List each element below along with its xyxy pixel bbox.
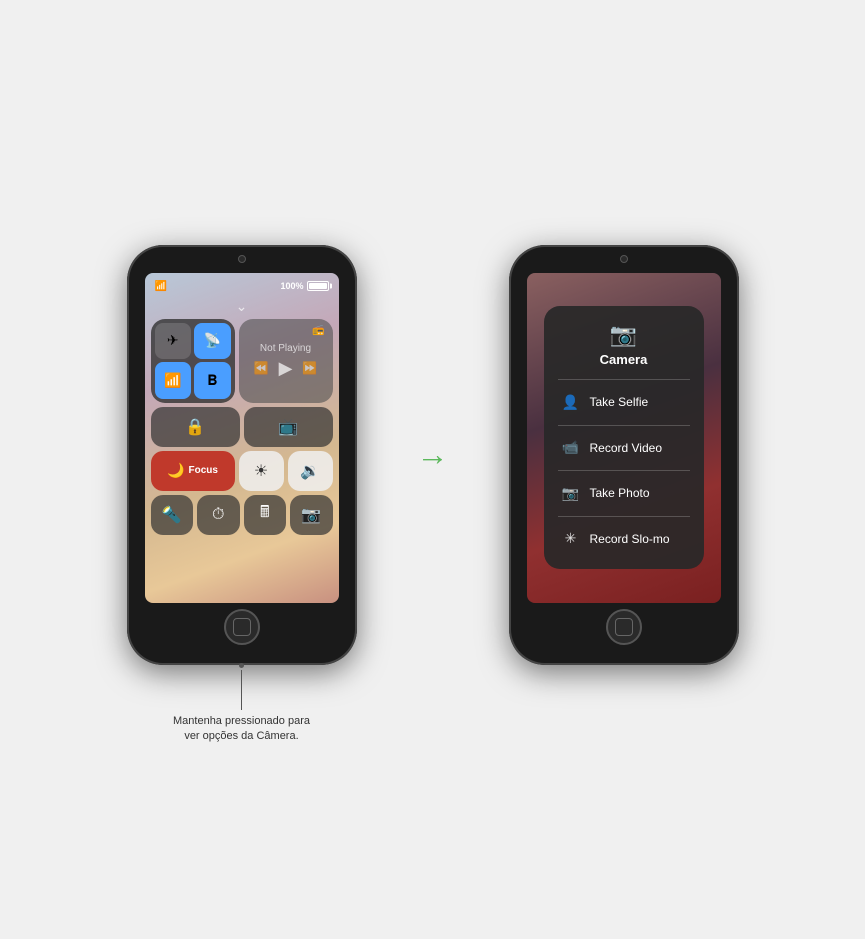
right-home-inner xyxy=(615,618,633,636)
pull-indicator: ⌄ xyxy=(151,298,333,315)
take-photo-icon: 📷 xyxy=(562,485,580,502)
right-device-screen: 📷 Camera 👤 Take Selfie 📹 Record Video xyxy=(527,273,721,603)
menu-divider-2 xyxy=(558,470,690,471)
right-device-top xyxy=(509,245,739,273)
callout-dot xyxy=(239,663,244,668)
camera-menu-panel: 📷 Camera 👤 Take Selfie 📹 Record Video xyxy=(544,306,704,569)
cc-row-1: ✈ 📡 📶 𝐁 📻 Not Playing ⏪ ▶ xyxy=(151,319,333,403)
now-playing-title: Not Playing xyxy=(260,343,311,354)
screen-rotation-button[interactable]: 🔒 xyxy=(151,407,240,447)
left-device: 📶 100% ⌄ ✈ xyxy=(127,245,357,665)
focus-button[interactable]: 🌙 Focus xyxy=(151,451,235,491)
fast-forward-button[interactable]: ⏩ xyxy=(302,361,317,375)
airplay-icon[interactable]: 📻 xyxy=(312,325,324,336)
arrow-right-icon: → xyxy=(417,436,449,473)
play-button[interactable]: ▶ xyxy=(279,358,293,379)
record-slomo-item[interactable]: ✳ Record Slo-mo xyxy=(558,524,690,553)
calculator-button[interactable]: 🖩 xyxy=(244,495,287,535)
wifi-status-icon: 📶 xyxy=(155,281,167,292)
right-device: 📷 Camera 👤 Take Selfie 📹 Record Video xyxy=(509,245,739,665)
callout-line xyxy=(241,670,242,710)
camera-button[interactable]: 📷 xyxy=(290,495,333,535)
cc-row-3: 🌙 Focus ☀ 🔉 xyxy=(151,451,333,491)
slomo-label: Record Slo-mo xyxy=(590,532,670,546)
camera-menu-title: Camera xyxy=(600,352,648,367)
rewind-button[interactable]: ⏪ xyxy=(254,361,269,375)
wifi-button[interactable]: 📶 xyxy=(155,362,192,399)
playback-controls: ⏪ ▶ ⏩ xyxy=(254,358,318,379)
focus-label: Focus xyxy=(188,465,217,476)
left-device-screen: 📶 100% ⌄ ✈ xyxy=(145,273,339,603)
take-photo-item[interactable]: 📷 Take Photo xyxy=(558,479,690,508)
selfie-icon: 👤 xyxy=(562,394,580,411)
slomo-icon: ✳ xyxy=(562,530,580,547)
brightness-button[interactable]: ☀ xyxy=(239,451,284,491)
left-home-inner xyxy=(233,618,251,636)
battery-area: 100% xyxy=(280,281,328,291)
callout-container: Mantenha pressionado paraver opções da C… xyxy=(142,663,342,745)
callout-text: Mantenha pressionado paraver opções da C… xyxy=(173,714,310,745)
status-bar: 📶 100% xyxy=(151,281,333,292)
record-video-icon: 📹 xyxy=(562,439,580,456)
menu-divider-top xyxy=(558,379,690,380)
cc-row-2: 🔒 📺 xyxy=(151,407,333,447)
camera-menu-main-icon: 📷 xyxy=(610,322,637,348)
bluetooth-button[interactable]: 𝐁 xyxy=(194,362,231,399)
main-container: 📶 100% ⌄ ✈ xyxy=(127,245,739,665)
take-selfie-item[interactable]: 👤 Take Selfie xyxy=(558,388,690,417)
left-front-camera xyxy=(238,255,246,263)
airplane-mode-button[interactable]: ✈ xyxy=(155,323,192,360)
control-center-background: 📶 100% ⌄ ✈ xyxy=(145,273,339,603)
record-video-label: Record Video xyxy=(590,441,663,455)
now-playing-block[interactable]: 📻 Not Playing ⏪ ▶ ⏩ xyxy=(239,319,333,403)
right-home-button[interactable] xyxy=(606,609,642,645)
screen-mirror-button[interactable]: 📺 xyxy=(244,407,333,447)
selfie-label: Take Selfie xyxy=(590,395,649,409)
battery-fill xyxy=(309,283,327,289)
arrow-container: → xyxy=(417,436,449,473)
battery-icon xyxy=(307,281,329,291)
airdrop-button[interactable]: 📡 xyxy=(194,323,231,360)
left-device-top xyxy=(127,245,357,273)
record-video-item[interactable]: 📹 Record Video xyxy=(558,433,690,462)
menu-divider-3 xyxy=(558,516,690,517)
flashlight-button[interactable]: 🔦 xyxy=(151,495,194,535)
cc-row-4: 🔦 ⏱ 🖩 📷 xyxy=(151,495,333,535)
timer-button[interactable]: ⏱ xyxy=(197,495,240,535)
control-center-grid: ✈ 📡 📶 𝐁 📻 Not Playing ⏪ ▶ xyxy=(151,319,333,597)
battery-percentage: 100% xyxy=(280,281,303,291)
left-home-button[interactable] xyxy=(224,609,260,645)
connectivity-block: ✈ 📡 📶 𝐁 xyxy=(151,319,235,403)
menu-divider-1 xyxy=(558,425,690,426)
volume-button[interactable]: 🔉 xyxy=(288,451,333,491)
camera-menu-background: 📷 Camera 👤 Take Selfie 📹 Record Video xyxy=(527,273,721,603)
camera-menu-header: 📷 Camera xyxy=(600,322,648,367)
take-photo-label: Take Photo xyxy=(590,486,650,500)
right-front-camera xyxy=(620,255,628,263)
focus-moon-icon: 🌙 xyxy=(167,462,184,479)
